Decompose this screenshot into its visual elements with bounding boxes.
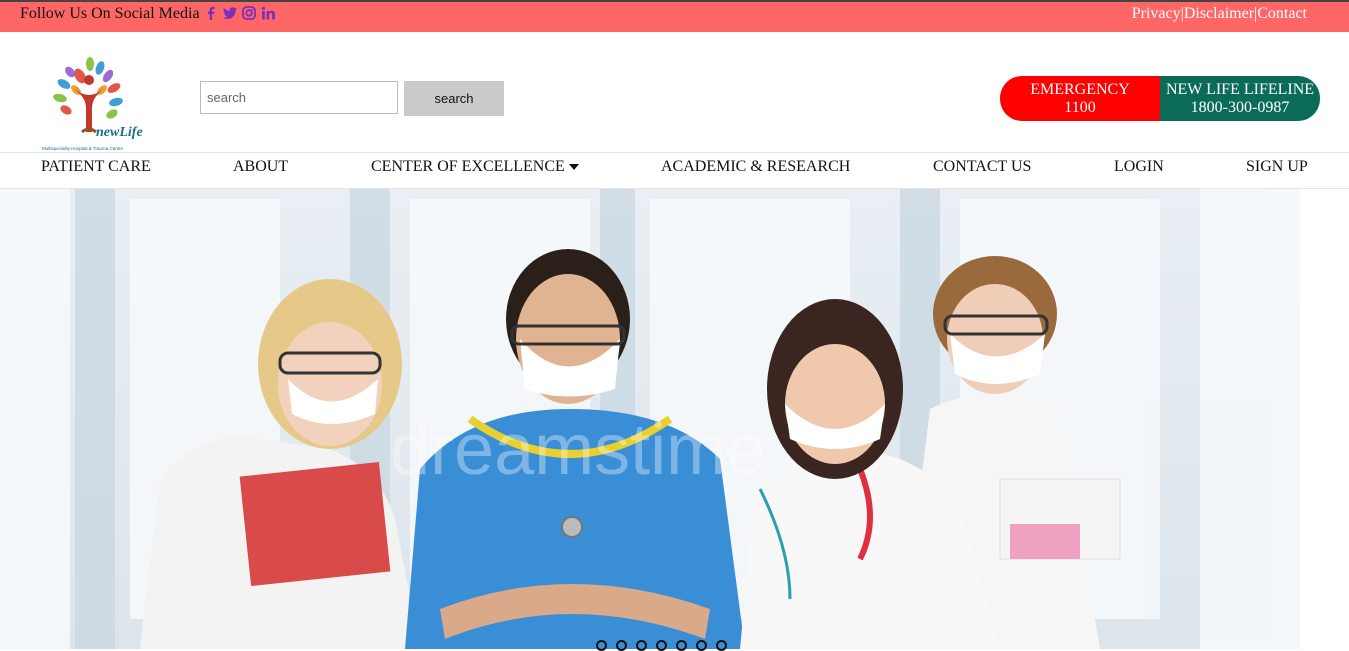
instagram-icon[interactable] [242,6,256,20]
contact-link[interactable]: Contact [1257,5,1307,22]
nav-patient-care[interactable]: PATIENT CARE [41,158,151,176]
carousel-dot[interactable] [656,640,667,651]
privacy-link[interactable]: Privacy [1132,5,1181,22]
disclaimer-link[interactable]: Disclaimer [1184,5,1254,22]
emergency-number: 1100 [1064,99,1096,116]
nav-academic-research[interactable]: ACADEMIC & RESEARCH [661,158,850,176]
lifeline-button[interactable]: NEW LIFE LIFELINE 1800-300-0987 [1160,76,1320,121]
emergency-label: EMERGENCY [1030,81,1130,98]
carousel-dot[interactable] [596,640,607,651]
search-button[interactable]: search [404,81,504,116]
lifeline-number: 1800-300-0987 [1190,99,1290,116]
nav-about[interactable]: ABOUT [233,158,288,176]
nav-center-of-excellence-label: CENTER OF EXCELLENCE [371,158,565,175]
logo-text: newLife [96,125,143,140]
nav-contact-us[interactable]: CONTACT US [933,158,1031,176]
main-nav: PATIENT CARE ABOUT CENTER OF EXCELLENCE … [0,152,1349,189]
linkedin-icon[interactable] [261,6,275,20]
hero-carousel: dreamstime [0,189,1300,649]
lifeline-label: NEW LIFE LIFELINE [1165,81,1315,98]
carousel-dot[interactable] [716,640,727,651]
facebook-icon[interactable] [204,6,218,20]
follow-text: Follow Us On Social Media [20,5,200,22]
watermark-text: dreamstime [390,410,766,490]
newlife-logo[interactable]: newLife Multispeciality Hospital & Traum… [38,46,144,152]
nav-login[interactable]: LOGIN [1114,158,1164,176]
nav-sign-up[interactable]: SIGN UP [1246,158,1308,176]
search-input[interactable] [200,81,398,114]
carousel-dot[interactable] [616,640,627,651]
logo-subtext: Multispeciality Hospital & Trauma Centre [42,146,124,151]
carousel-indicators [596,640,727,651]
caret-down-icon [568,164,579,171]
twitter-icon[interactable] [223,6,237,20]
carousel-dot[interactable] [696,640,707,651]
top-links: Privacy|Disclaimer|Contact [1132,5,1307,23]
nav-center-of-excellence[interactable]: CENTER OF EXCELLENCE [371,158,579,176]
hero-image: dreamstime [0,189,1300,649]
emergency-button[interactable]: EMERGENCY 1100 [1000,76,1160,121]
carousel-dot[interactable] [676,640,687,651]
top-bar: Follow Us On Social Media Privacy|Discla… [0,0,1349,32]
carousel-dot[interactable] [636,640,647,651]
header: newLife Multispeciality Hospital & Traum… [0,32,1349,152]
social-icons [204,6,275,20]
